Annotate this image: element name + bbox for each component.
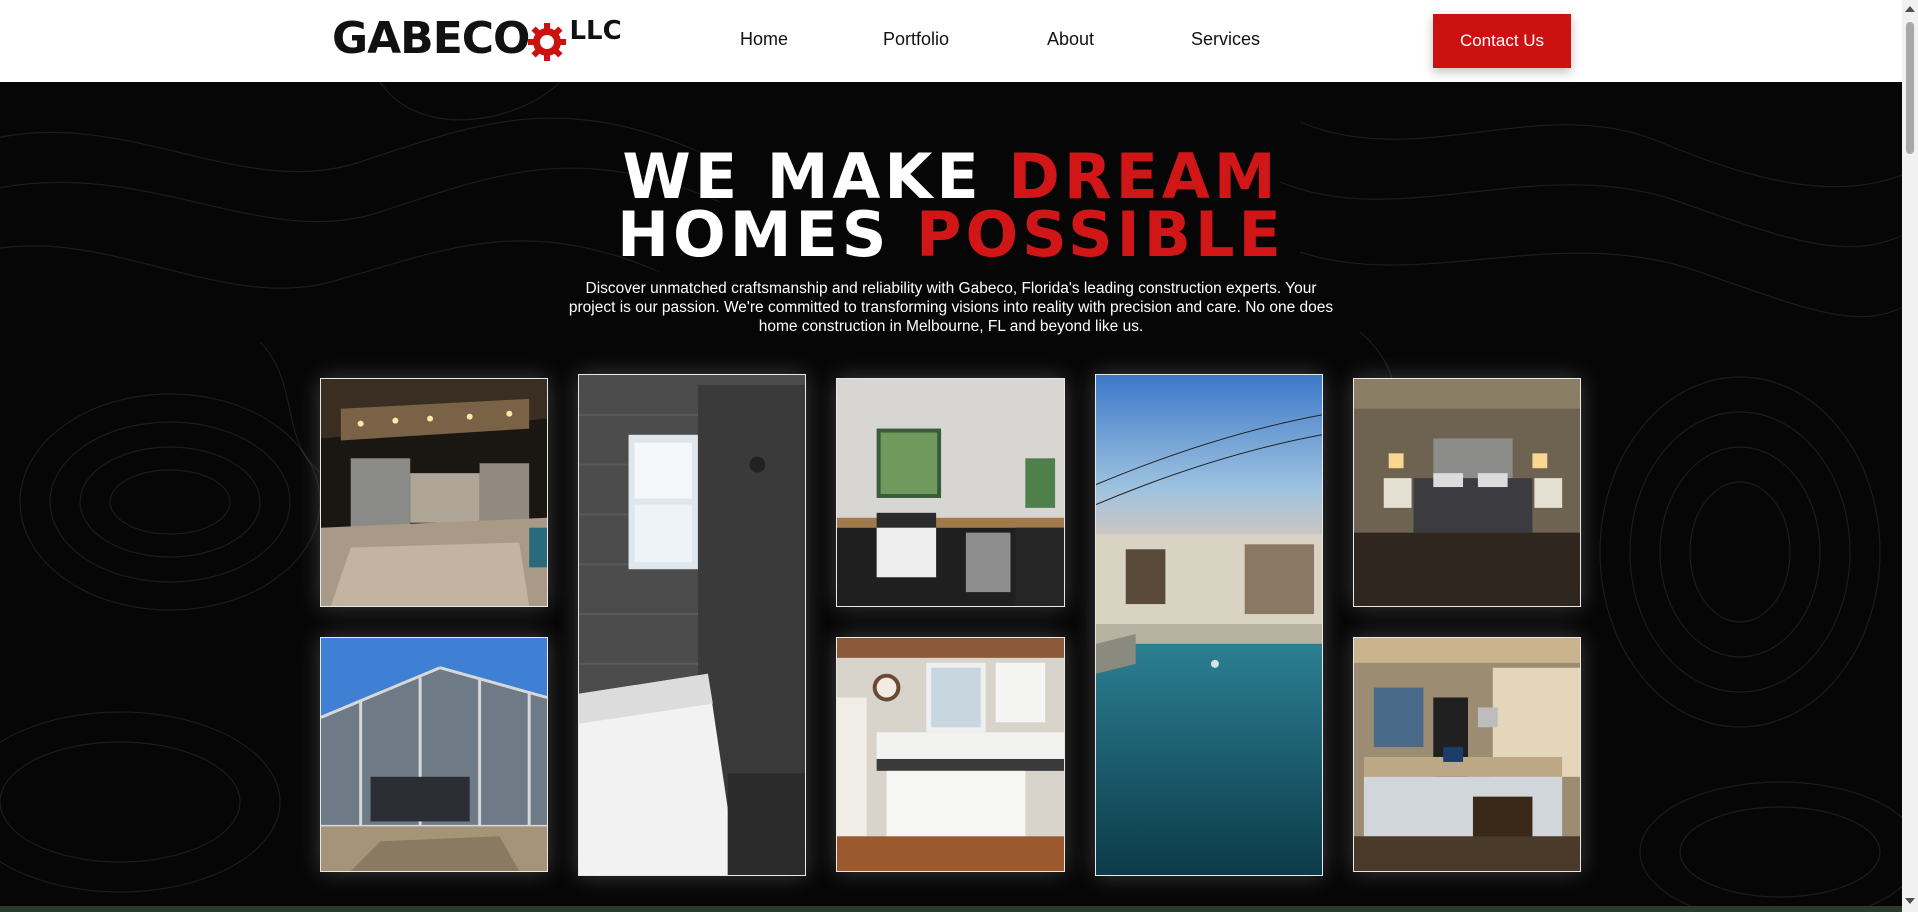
scroll-down-arrow-icon[interactable] xyxy=(1905,898,1915,904)
logo-llc-suffix: LLC xyxy=(569,16,622,46)
bedroom-image xyxy=(1354,379,1580,606)
kitchen-cabinets-photo[interactable] xyxy=(836,637,1065,872)
outdoor-kitchen-pavilion-photo[interactable] xyxy=(320,378,548,607)
outdoor-kitchen-image xyxy=(321,379,547,606)
headline-line2-red: POSSIBLE xyxy=(916,198,1285,271)
kitchen-island-photo[interactable] xyxy=(1353,637,1581,872)
pool-house-dusk-photo[interactable] xyxy=(1095,374,1323,876)
bathroom-shower-tub-photo[interactable] xyxy=(578,374,806,876)
scroll-up-arrow-icon[interactable] xyxy=(1905,6,1915,12)
nav-link-services[interactable]: Services xyxy=(1191,28,1260,50)
pool-image xyxy=(1096,375,1322,875)
kitchen-island-image xyxy=(1354,638,1580,871)
screen-enclosure-image xyxy=(321,638,547,871)
gear-icon xyxy=(528,23,567,61)
kitchen-sink-window-photo[interactable] xyxy=(836,378,1065,607)
contact-us-button[interactable]: Contact Us xyxy=(1433,14,1571,68)
bedroom-photo[interactable] xyxy=(1353,378,1581,607)
kitchen-cabinets-image xyxy=(837,638,1064,871)
hero-section: WE MAKE DREAM HOMES POSSIBLE Discover un… xyxy=(0,82,1902,912)
top-navbar: GABECO LLC Home Portfolio About Services… xyxy=(0,0,1902,82)
nav-link-portfolio[interactable]: Portfolio xyxy=(883,28,949,50)
nav-link-home[interactable]: Home xyxy=(740,28,788,50)
scrollbar-thumb[interactable] xyxy=(1906,22,1914,154)
bathroom-image xyxy=(579,375,805,875)
logo-wordmark: GABECO xyxy=(332,13,530,64)
nav-link-about[interactable]: About xyxy=(1047,28,1094,50)
hero-headline: WE MAKE DREAM HOMES POSSIBLE xyxy=(0,146,1902,266)
headline-line2-white: HOMES xyxy=(617,198,917,271)
page-scrollbar[interactable] xyxy=(1902,0,1918,912)
screen-enclosure-photo[interactable] xyxy=(320,637,548,872)
gabeco-logo[interactable]: GABECO LLC xyxy=(332,16,622,62)
hero-description: Discover unmatched craftsmanship and rel… xyxy=(568,280,1334,335)
kitchen-sink-image xyxy=(837,379,1064,606)
footer-edge-strip xyxy=(0,906,1902,912)
